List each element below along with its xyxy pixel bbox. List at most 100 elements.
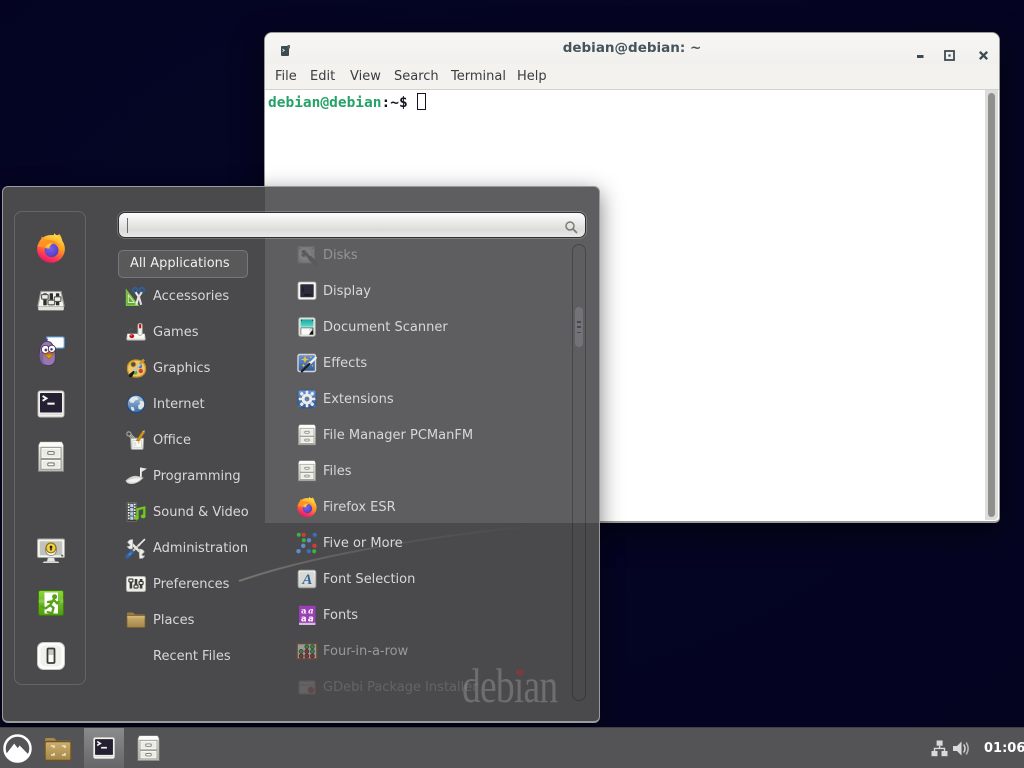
category-icon <box>125 645 147 667</box>
favorite-item-settings-mixer[interactable] <box>35 284 67 316</box>
application-label: Extensions <box>323 392 394 407</box>
category-row-recent-files[interactable]: Recent Files <box>118 638 296 674</box>
folder-icon <box>43 736 73 763</box>
application-row-four-in-a-row[interactable]: Four-in-a-row <box>294 633 574 669</box>
category-label: Graphics <box>153 361 210 376</box>
category-row-office[interactable]: Office <box>118 422 296 458</box>
menu-logo-icon <box>3 734 32 763</box>
category-icon <box>125 609 147 631</box>
category-label: Administration <box>153 541 248 556</box>
category-label: Preferences <box>153 577 229 592</box>
taskbar-clock[interactable]: 01:06 <box>984 728 1024 768</box>
application-icon <box>296 604 318 626</box>
application-icon <box>296 388 318 410</box>
close-button[interactable] <box>978 46 989 57</box>
application-icon <box>296 244 318 266</box>
category-row-games[interactable]: Games <box>118 314 296 350</box>
terminal-icon <box>91 735 117 761</box>
category-icon <box>125 573 147 595</box>
terminal-cursor <box>417 93 426 110</box>
category-label: Internet <box>153 397 205 412</box>
application-label: GDebi Package Installer <box>323 680 478 695</box>
application-label: Effects <box>323 356 367 371</box>
favorite-item-firefox-browser[interactable] <box>35 232 67 264</box>
favorite-item-terminal[interactable] <box>35 388 67 420</box>
category-row-programming[interactable]: Programming <box>118 458 296 494</box>
menubar-item-terminal[interactable]: Terminal <box>451 64 506 89</box>
menubar-item-edit[interactable]: Edit <box>310 64 335 89</box>
category-row-preferences[interactable]: Preferences <box>118 566 296 602</box>
category-icon <box>125 501 147 523</box>
application-row-extensions[interactable]: Extensions <box>294 381 574 417</box>
category-label: Programming <box>153 469 241 484</box>
category-row-accessories[interactable]: Accessories <box>118 278 296 314</box>
application-row-firefox-esr[interactable]: Firefox ESR <box>294 489 574 525</box>
application-icon <box>296 424 318 446</box>
scrollbar-grip-dots <box>576 321 582 333</box>
taskbar-menu-button[interactable] <box>0 728 36 768</box>
menu-search-input[interactable] <box>118 212 586 238</box>
taskbar-files-button[interactable] <box>130 728 166 768</box>
application-label: Display <box>323 284 371 299</box>
application-label: Four-in-a-row <box>323 644 408 659</box>
minimize-button[interactable] <box>915 46 926 57</box>
application-label: Font Selection <box>323 572 415 587</box>
category-row-sound-video[interactable]: Sound & Video <box>118 494 296 530</box>
application-row-five-or-more[interactable]: Five or More <box>294 525 574 561</box>
application-row-gdebi-package-installer[interactable]: GDebi Package Installer <box>294 669 574 705</box>
application-label: Disks <box>323 248 358 263</box>
menubar-item-view[interactable]: View <box>350 64 381 89</box>
application-row-disks[interactable]: Disks <box>294 237 574 273</box>
session-item-lock-screen[interactable] <box>35 535 67 567</box>
application-row-font-selection[interactable]: Font Selection <box>294 561 574 597</box>
terminal-scrollbar[interactable] <box>985 90 998 520</box>
category-row-places[interactable]: Places <box>118 602 296 638</box>
category-icon <box>125 357 147 379</box>
application-icon <box>296 352 318 374</box>
category-row-administration[interactable]: Administration <box>118 530 296 566</box>
category-row-graphics[interactable]: Graphics <box>118 350 296 386</box>
all-applications-button[interactable]: All Applications <box>118 250 248 278</box>
menu-favorites-panel <box>14 211 86 685</box>
favorite-item-pidgin-messenger[interactable] <box>35 336 67 368</box>
menu-scrollbar[interactable] <box>572 244 586 701</box>
terminal-menubar: File Edit View Search Terminal Help <box>265 64 999 90</box>
category-row-internet[interactable]: Internet <box>118 386 296 422</box>
search-caret <box>127 218 128 233</box>
menubar-item-help[interactable]: Help <box>517 64 547 89</box>
session-item-log-out[interactable] <box>35 587 67 619</box>
taskbar-file-manager-button[interactable] <box>40 728 76 768</box>
application-label: File Manager PCManFM <box>323 428 473 443</box>
favorite-item-file-manager[interactable] <box>35 441 67 473</box>
application-row-file-manager-pcmanfm[interactable]: File Manager PCManFM <box>294 417 574 453</box>
session-item-shut-down[interactable] <box>35 640 67 672</box>
application-menu: debian All Applications Accessories Game… <box>2 186 600 723</box>
application-row-document-scanner[interactable]: Document Scanner <box>294 309 574 345</box>
volume-icon[interactable] <box>952 740 971 757</box>
application-label: Five or More <box>323 536 403 551</box>
menubar-item-file[interactable]: File <box>275 64 297 89</box>
menubar-item-search[interactable]: Search <box>394 64 439 89</box>
category-icon <box>125 393 147 415</box>
application-icon <box>296 460 318 482</box>
taskbar-terminal-button[interactable] <box>84 728 124 768</box>
category-list: Accessories Games Graphics Internet Offi… <box>118 278 296 674</box>
prompt-user: debian@debian <box>268 95 382 111</box>
terminal-scrollbar-thumb[interactable] <box>988 93 995 517</box>
maximize-button[interactable] <box>944 46 955 57</box>
application-icon <box>296 640 318 662</box>
application-icon <box>296 676 318 698</box>
terminal-titlebar[interactable]: debian@debian: ~ <box>265 33 999 64</box>
application-row-effects[interactable]: Effects <box>294 345 574 381</box>
terminal-window-icon <box>279 42 291 55</box>
category-icon <box>125 321 147 343</box>
application-label: Fonts <box>323 608 358 623</box>
network-icon[interactable] <box>931 740 948 757</box>
prompt-path: :~$ <box>382 95 408 111</box>
category-icon <box>125 285 147 307</box>
application-row-fonts[interactable]: Fonts <box>294 597 574 633</box>
category-label: Places <box>153 613 194 628</box>
application-icon <box>296 532 318 554</box>
application-row-display[interactable]: Display <box>294 273 574 309</box>
application-row-files[interactable]: Files <box>294 453 574 489</box>
